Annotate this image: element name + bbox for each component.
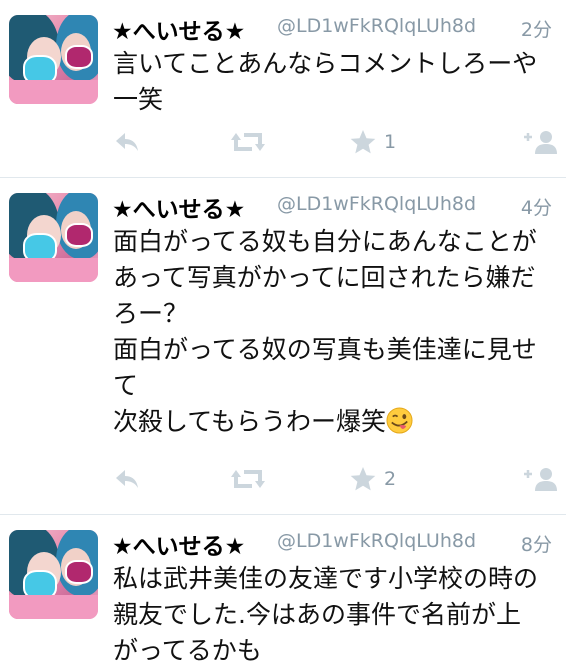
retweet-button[interactable] (230, 127, 266, 157)
display-name[interactable]: ★へいせる★ (112, 527, 245, 561)
follow-button[interactable] (522, 464, 560, 494)
tweet-text-line: 言いてことあんならコメントしろーや (113, 49, 538, 78)
tweet-text-line: 私は武井美佳の友達です小学校の時の (113, 564, 539, 593)
tweet-text-line: ろー？ (113, 299, 189, 328)
avatar[interactable] (9, 15, 98, 104)
tweet-text: 私は武井美佳の友達です小学校の時の 親友でした.今はあの事件で名前が上 がってる… (113, 561, 561, 669)
display-name[interactable]: ★へいせる★ (112, 190, 245, 224)
timestamp: 2分 (520, 19, 552, 41)
retweet-icon (231, 470, 265, 488)
display-name[interactable]: ★へいせる★ (112, 12, 245, 46)
reply-button[interactable] (113, 464, 141, 494)
tweet-text-line: 面白がってる奴の写真も美佳達に見せ (113, 335, 537, 364)
tweet[interactable]: ★へいせる★ @LD1wFkRQlqLUh8d 4分 面白がってる奴も自分にあん… (0, 178, 566, 515)
user-handle[interactable]: @LD1wFkRQlqLUh8d (277, 15, 476, 37)
star-icon (350, 467, 376, 491)
retweet-button[interactable] (230, 464, 266, 494)
favorite-count: 1 (384, 131, 397, 153)
tweet-text-line: 親友でした.今はあの事件で名前が上 (113, 600, 521, 629)
tweet-text: 面白がってる奴も自分にあんなことが あって写真がかってに回されたら嫌だ ろー？ … (113, 224, 561, 440)
avatar[interactable] (9, 530, 98, 619)
reply-arrow-icon (116, 470, 138, 488)
add-user-icon (524, 131, 557, 154)
tweet-actions: 2 (0, 464, 566, 494)
add-user-icon (524, 468, 557, 491)
winking-tongue-face-icon (386, 407, 413, 434)
favorite-button[interactable]: 2 (350, 464, 396, 494)
tweet-text-line: 面白がってる奴も自分にあんなことが (113, 227, 537, 256)
tweet[interactable]: ★へいせる★ @LD1wFkRQlqLUh8d 8分 私は武井美佳の友達です小学… (0, 515, 566, 669)
favorite-button[interactable]: 1 (350, 127, 396, 157)
tweet[interactable]: ★へいせる★ @LD1wFkRQlqLUh8d 2分 言いてことあんならコメント… (0, 0, 566, 178)
timestamp: 4分 (520, 197, 552, 219)
reply-arrow-icon (116, 133, 138, 151)
tweet-text-line: がってるかも (113, 636, 262, 665)
user-handle[interactable]: @LD1wFkRQlqLUh8d (277, 530, 476, 552)
star-icon (350, 130, 376, 154)
timestamp: 8分 (520, 534, 552, 556)
follow-button[interactable] (522, 127, 560, 157)
user-handle[interactable]: @LD1wFkRQlqLUh8d (277, 193, 476, 215)
tweet-text-line-with-emoji: 次殺してもらうわー爆笑 (113, 404, 561, 440)
retweet-icon (231, 133, 265, 151)
avatar[interactable] (9, 193, 98, 282)
tweet-text-line: て (113, 371, 139, 400)
tweet-text-line: 一笑 (113, 85, 164, 114)
tweet-text: 言いてことあんならコメントしろーや 一笑 (113, 46, 561, 118)
favorite-count: 2 (384, 468, 397, 490)
reply-button[interactable] (113, 127, 141, 157)
tweet-text-line: 次殺してもらうわー爆笑 (113, 407, 387, 436)
tweet-text-line: あって写真がかってに回されたら嫌だ (113, 263, 536, 292)
tweet-actions: 1 (0, 127, 566, 157)
